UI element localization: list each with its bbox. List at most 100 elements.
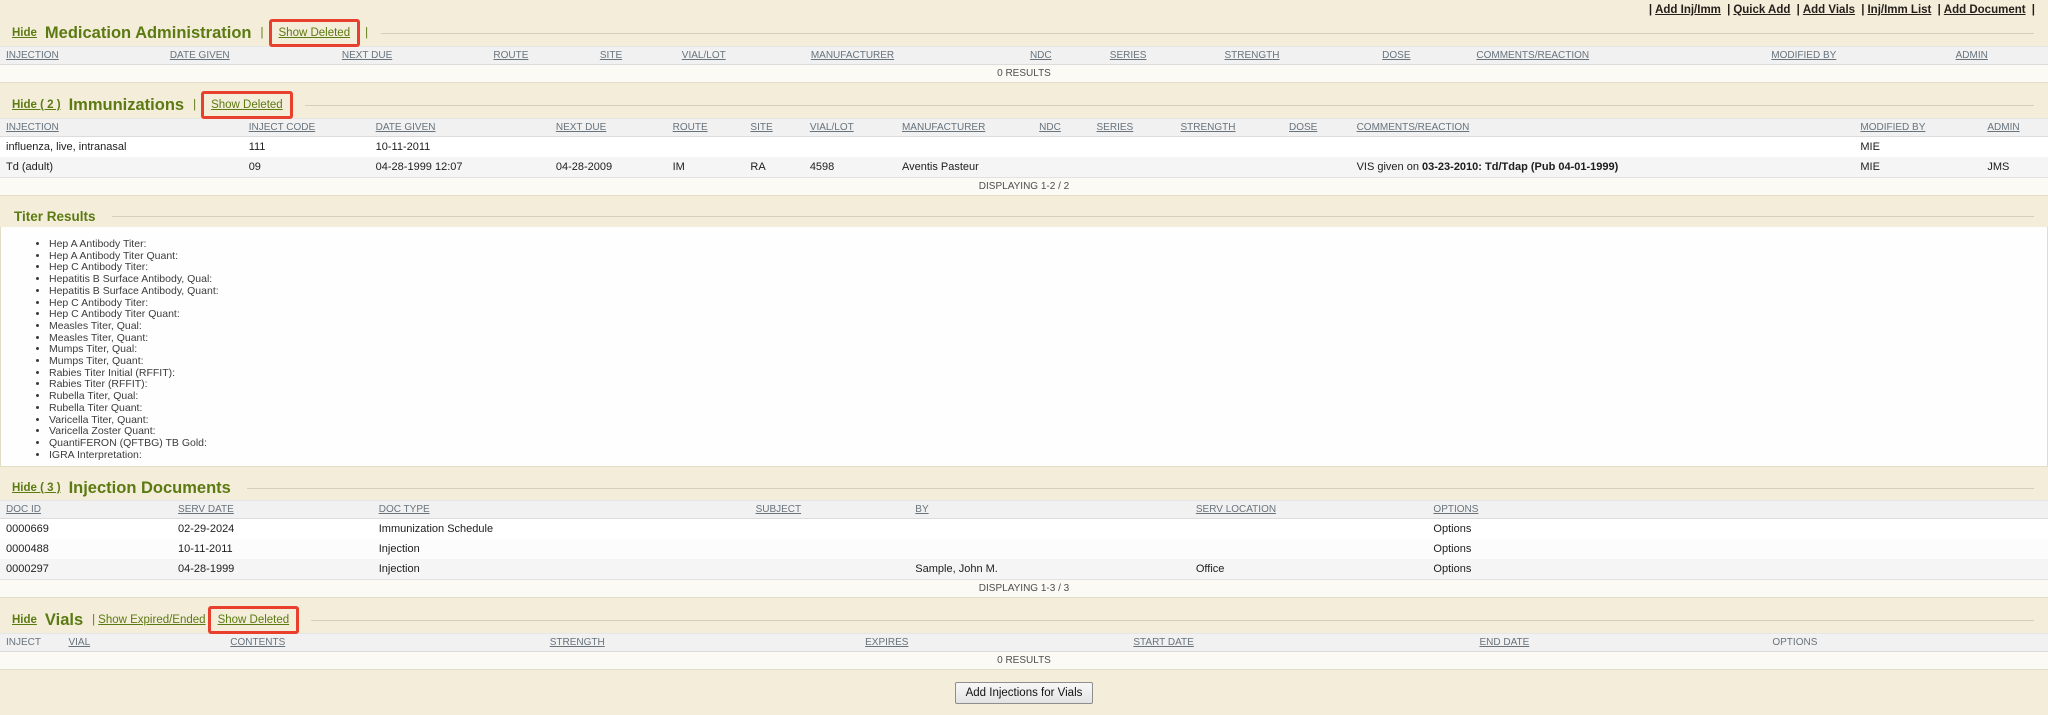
hide-link[interactable]: Hide ( 2 ) <box>12 99 61 111</box>
show-deleted-link[interactable]: Show Deleted <box>211 99 283 111</box>
column-header[interactable]: COMMENTS/REACTION <box>1470 47 1765 65</box>
column-header[interactable]: SERIES <box>1104 47 1219 65</box>
cell-dose <box>1283 157 1351 178</box>
column-header[interactable]: VIAL/LOT <box>804 119 896 137</box>
cell-site <box>744 137 803 158</box>
displaying-row: DISPLAYING 1-2 / 2 <box>0 178 2048 196</box>
column-header[interactable]: INJECT CODE <box>243 119 370 137</box>
options-link[interactable]: Options <box>1433 563 1471 575</box>
column-header[interactable]: NEXT DUE <box>336 47 488 65</box>
hide-link[interactable]: Hide <box>12 27 37 39</box>
add-inj-imm-link[interactable]: Add Inj/Imm <box>1655 4 1721 16</box>
column-header[interactable]: DATE GIVEN <box>164 47 336 65</box>
show-deleted-link[interactable]: Show Deleted <box>218 614 290 626</box>
column-header[interactable]: MANUFACTURER <box>805 47 1024 65</box>
document-row: 0000669 02-29-2024 Immunization Schedule… <box>0 519 2048 540</box>
add-injections-for-vials-button[interactable]: Add Injections for Vials <box>955 682 1094 704</box>
column-header[interactable]: MODIFIED BY <box>1765 47 1949 65</box>
column-header[interactable]: DOC ID <box>0 501 172 519</box>
column-header[interactable]: END DATE <box>1474 634 1767 652</box>
column-header[interactable]: ROUTE <box>487 47 593 65</box>
column-header[interactable]: VIAL/LOT <box>676 47 805 65</box>
column-header[interactable]: SERV LOCATION <box>1190 501 1428 519</box>
immunization-row: influenza, live, intranasal 111 10-11-20… <box>0 137 2048 158</box>
cell-series <box>1091 157 1175 178</box>
displaying-text: DISPLAYING 1-2 / 2 <box>0 178 2048 196</box>
cell-doc-type: Injection <box>373 539 750 559</box>
section-divider <box>112 216 2034 217</box>
document-row: 0000297 04-28-1999 Injection Sample, Joh… <box>0 559 2048 580</box>
cell-serv-date: 02-29-2024 <box>172 519 373 540</box>
displaying-text: DISPLAYING 1-3 / 3 <box>0 580 2048 598</box>
section-divider <box>305 105 2034 106</box>
add-vials-link[interactable]: Add Vials <box>1803 4 1855 16</box>
column-header[interactable]: START DATE <box>1127 634 1473 652</box>
show-expired-ended-link[interactable]: Show Expired/Ended <box>98 614 205 626</box>
cell-comments: VIS given on 03-23-2010: Td/Tdap (Pub 04… <box>1351 157 1855 178</box>
column-header[interactable]: CONTENTS <box>224 634 543 652</box>
cell-manufacturer <box>896 137 1033 158</box>
column-header[interactable]: VIAL <box>62 634 224 652</box>
section-titer-results: Titer Results Hep A Antibody Titer: Hep … <box>0 203 2048 467</box>
column-header[interactable]: NDC <box>1024 47 1104 65</box>
show-deleted-annotation-box: Show Deleted <box>201 91 293 119</box>
column-header[interactable]: STRENGTH <box>544 634 859 652</box>
column-header[interactable]: MODIFIED BY <box>1854 119 1981 137</box>
column-header[interactable]: ROUTE <box>667 119 745 137</box>
separator: | <box>1727 4 1730 16</box>
cell-route: IM <box>667 157 745 178</box>
cell-doc-id: 0000297 <box>0 559 172 580</box>
column-header[interactable]: EXPIRES <box>859 634 1127 652</box>
cell-modified-by: MIE <box>1854 157 1981 178</box>
column-header[interactable]: SERV DATE <box>172 501 373 519</box>
add-document-link[interactable]: Add Document <box>1944 4 2026 16</box>
column-header[interactable]: ADMIN <box>1950 47 2048 65</box>
hide-link[interactable]: Hide <box>12 614 37 626</box>
titer-item: Rabies Titer (RFFIT): <box>49 379 2047 391</box>
column-header[interactable]: DOC TYPE <box>373 501 750 519</box>
column-header[interactable]: DATE GIVEN <box>370 119 550 137</box>
column-header[interactable]: OPTIONS <box>1427 501 2048 519</box>
column-header[interactable]: DOSE <box>1376 47 1470 65</box>
section-divider <box>311 620 2034 621</box>
column-header[interactable]: INJECTION <box>0 47 164 65</box>
cell-modified-by: MIE <box>1854 137 1981 158</box>
section-medication-administration: Hide Medication Administration | Show De… <box>0 18 2048 83</box>
options-link[interactable]: Options <box>1433 543 1471 555</box>
hide-link[interactable]: Hide ( 3 ) <box>12 482 61 494</box>
cell-vial-lot <box>804 137 896 158</box>
cell-serv-location: Office <box>1190 559 1428 580</box>
section-divider <box>247 488 2034 489</box>
column-header[interactable]: SUBJECT <box>750 501 910 519</box>
column-header: INJECT <box>0 634 62 652</box>
column-header[interactable]: ADMIN <box>1981 119 2048 137</box>
cell-admin: JMS <box>1981 157 2048 178</box>
column-header[interactable]: COMMENTS/REACTION <box>1351 119 1855 137</box>
separator: | <box>1938 4 1941 16</box>
column-header[interactable]: MANUFACTURER <box>896 119 1033 137</box>
column-header[interactable]: NDC <box>1033 119 1090 137</box>
cell-series <box>1091 137 1175 158</box>
section-immunizations: Hide ( 2 ) Immunizations | Show Deleted … <box>0 90 2048 196</box>
column-header[interactable]: NEXT DUE <box>550 119 667 137</box>
column-header[interactable]: STRENGTH <box>1218 47 1376 65</box>
titer-item: Measles Titer, Quant: <box>49 333 2047 345</box>
column-header[interactable]: SITE <box>594 47 676 65</box>
inj-imm-list-link[interactable]: Inj/Imm List <box>1867 4 1931 16</box>
cell-comments <box>1351 137 1855 158</box>
column-header[interactable]: INJECTION <box>0 119 243 137</box>
cell-date-given: 04-28-1999 12:07 <box>370 157 550 178</box>
column-header[interactable]: BY <box>909 501 1190 519</box>
cell-injection: influenza, live, intranasal <box>0 137 243 158</box>
column-header[interactable]: STRENGTH <box>1174 119 1283 137</box>
comments-date: 03-23-2010 <box>1422 161 1478 173</box>
section-title: Medication Administration <box>45 24 252 43</box>
cell-next-due: 04-28-2009 <box>550 157 667 178</box>
cell-serv-location <box>1190 539 1428 559</box>
options-link[interactable]: Options <box>1433 523 1471 535</box>
column-header[interactable]: SERIES <box>1091 119 1175 137</box>
quick-add-link[interactable]: Quick Add <box>1733 4 1790 16</box>
show-deleted-link[interactable]: Show Deleted <box>279 27 351 39</box>
column-header[interactable]: SITE <box>744 119 803 137</box>
column-header[interactable]: DOSE <box>1283 119 1351 137</box>
